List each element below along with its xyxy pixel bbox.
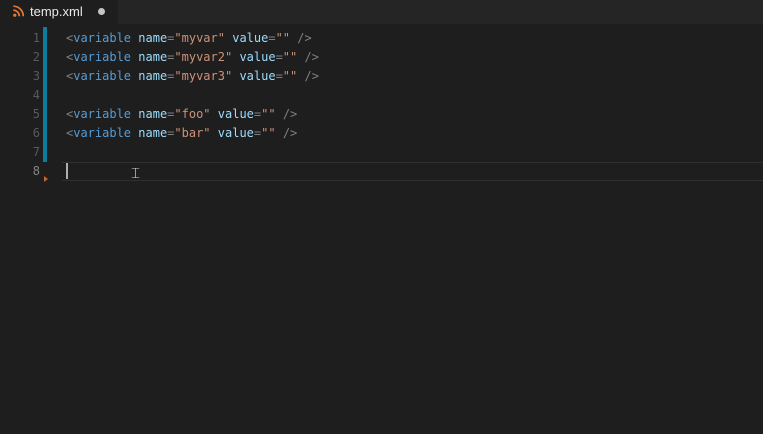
code-line[interactable]: 7 <box>0 143 763 162</box>
code-token: "" <box>261 126 276 140</box>
code-token: "myvar3" <box>174 69 233 83</box>
line-number: 4 <box>32 88 40 102</box>
code-token: /> <box>282 126 298 140</box>
code-text: <variable name="bar" value="" /> <box>66 124 297 143</box>
code-token: /> <box>297 31 312 45</box>
code-token: variable <box>73 107 132 121</box>
code-token: name <box>138 126 168 140</box>
line-number: 2 <box>32 50 40 64</box>
code-text: <variable name="myvar3" value="" /> <box>66 67 319 86</box>
code-token: name <box>138 31 168 45</box>
mouse-ibeam-cursor: ⌶ <box>131 164 141 182</box>
code-token: "" <box>261 107 276 121</box>
code-line[interactable]: 2 <variable name="myvar2" value="" /> <box>0 48 763 67</box>
code-token: variable <box>73 126 132 140</box>
code-token: variable <box>73 50 132 64</box>
text-cursor <box>66 163 68 179</box>
code-token: "bar" <box>174 126 211 140</box>
code-token: name <box>138 50 168 64</box>
code-token: "foo" <box>174 107 211 121</box>
code-token: value <box>232 31 269 45</box>
line-number: 8 <box>32 164 40 178</box>
tab-temp-xml[interactable]: temp.xml <box>0 0 118 24</box>
code-token: = <box>268 31 276 45</box>
code-token: variable <box>73 31 132 45</box>
rss-icon <box>13 5 24 17</box>
code-token: = <box>275 69 283 83</box>
code-token: "myvar" <box>174 31 225 45</box>
code-token: value <box>239 69 276 83</box>
code-token: /> <box>282 107 298 121</box>
added-lines-indicator[interactable] <box>43 27 47 162</box>
code-editor[interactable]: 1 <variable name="myvar" value="" /> 2 <var… <box>0 24 763 434</box>
code-line[interactable]: 3 <variable name="myvar3" value="" /> <box>0 67 763 86</box>
tab-bar: temp.xml <box>0 0 763 24</box>
code-token: value <box>239 50 276 64</box>
code-token: /> <box>304 50 319 64</box>
code-token: "myvar2" <box>174 50 233 64</box>
code-line[interactable]: 1 <variable name="myvar" value="" /> <box>0 29 763 48</box>
code-token: /> <box>304 69 319 83</box>
line-number: 3 <box>32 69 40 83</box>
current-line-highlight <box>62 162 763 181</box>
code-token: "" <box>282 69 298 83</box>
unsaved-changes-dot[interactable] <box>98 8 105 15</box>
tab-label: temp.xml <box>30 4 83 19</box>
code-token: variable <box>73 69 132 83</box>
deleted-lines-marker[interactable] <box>44 176 48 182</box>
line-number: 7 <box>32 145 40 159</box>
code-token: = <box>275 50 283 64</box>
code-line[interactable]: 4 <box>0 86 763 105</box>
line-number: 6 <box>32 126 40 140</box>
line-number: 5 <box>32 107 40 121</box>
code-token: name <box>138 69 168 83</box>
code-token: "" <box>275 31 291 45</box>
code-token: name <box>138 107 168 121</box>
code-text: <variable name="myvar2" value="" /> <box>66 48 319 67</box>
line-number: 1 <box>32 31 40 45</box>
code-token: value <box>217 107 254 121</box>
code-text: <variable name="foo" value="" /> <box>66 105 297 124</box>
code-token: value <box>217 126 254 140</box>
code-line[interactable]: 6 <variable name="bar" value="" /> <box>0 124 763 143</box>
code-line[interactable]: 5 <variable name="foo" value="" /> <box>0 105 763 124</box>
code-text: <variable name="myvar" value="" /> <box>66 29 312 48</box>
code-token: "" <box>282 50 298 64</box>
